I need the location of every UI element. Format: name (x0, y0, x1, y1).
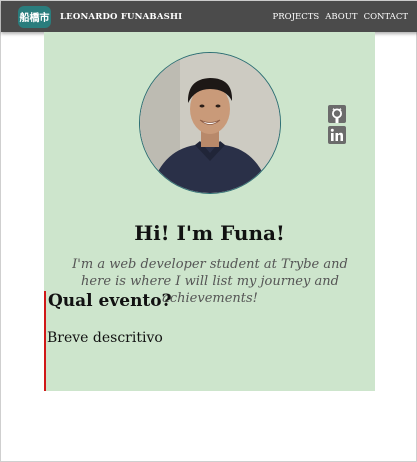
social-links (328, 105, 346, 144)
event-description: Breve descritivo (47, 330, 163, 346)
nav-link-about[interactable]: ABOUT (325, 12, 357, 22)
logo[interactable]: 船橋市 (18, 5, 51, 28)
nav-link-projects[interactable]: PROJECTS (273, 12, 320, 22)
person-illustration (140, 53, 280, 193)
event-title: Qual evento? (48, 291, 172, 311)
github-icon[interactable] (328, 105, 346, 123)
page-title: Hi! I'm Funa! (134, 221, 285, 245)
timeline-event: Qual evento? Breve descritivo (44, 291, 206, 391)
linkedin-icon[interactable] (328, 126, 346, 144)
logo-text: 船橋市 (19, 13, 50, 24)
navbar: 船橋市 LEONARDO FUNABASHI PROJECTS ABOUT CO… (1, 1, 417, 32)
nav-links: PROJECTS ABOUT CONTACT (273, 12, 409, 22)
nav-link-contact[interactable]: CONTACT (364, 12, 408, 22)
brand-name: LEONARDO FUNABASHI (60, 11, 183, 22)
profile-photo (139, 52, 281, 194)
